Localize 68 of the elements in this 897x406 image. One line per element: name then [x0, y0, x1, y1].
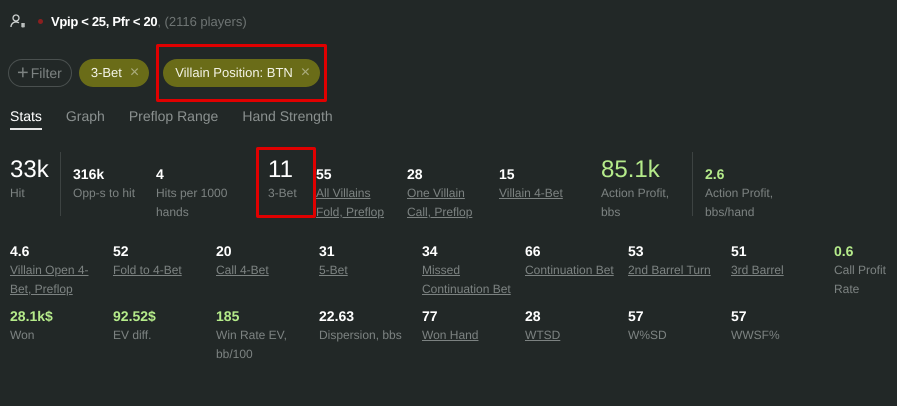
stat-link[interactable]: Villain 4-Bet: [499, 184, 589, 203]
stat-label: EV diff.: [113, 327, 152, 344]
stat-value: 31: [319, 242, 336, 261]
remove-button[interactable]: ×: [130, 64, 140, 80]
stat-label: Win Rate EV, bb/100: [216, 327, 288, 363]
stat-label: Won: [10, 327, 36, 344]
stat-value: 4.6: [10, 242, 30, 261]
remove-button[interactable]: ×: [300, 64, 310, 80]
stat-value: 57: [731, 307, 748, 326]
stat-link[interactable]: 5-Bet: [319, 261, 408, 280]
stat-value: 34: [422, 242, 439, 261]
stat-value: 77: [422, 307, 439, 326]
stat-label: Dispersion, bbs: [319, 327, 403, 344]
add-filter-button[interactable]: +Filter: [8, 58, 72, 86]
stat-value: 15: [499, 165, 516, 184]
tab[interactable]: Hand Strength: [242, 108, 333, 130]
stat-label: Call Profit Rate: [834, 262, 888, 298]
stat-label: WWSF%: [731, 327, 781, 344]
chip-label: 3-Bet: [90, 65, 122, 80]
stat-label: Action Profit, bbs: [601, 185, 670, 221]
user-filter-icon[interactable]: [10, 13, 26, 29]
stat-value: 28: [407, 165, 424, 184]
filter-title: Vpip < 25, Pfr < 20: [51, 14, 158, 28]
stat-link[interactable]: All Villains Fold, Preflop: [316, 184, 395, 222]
stat-link[interactable]: Villain Open 4-Bet, Preflop: [10, 261, 99, 299]
filter-chip[interactable]: 3-Bet ×: [78, 58, 150, 86]
stat-link[interactable]: Continuation Bet: [525, 261, 614, 280]
stat-value: 52: [113, 242, 130, 261]
stat-label: Action Profit, bbs/hand: [705, 185, 774, 221]
plus-icon: +: [17, 62, 29, 82]
status-dot: [38, 18, 43, 24]
stat-value: 0.6: [834, 242, 854, 261]
stat-link[interactable]: 2nd Barrel Turn: [628, 261, 717, 280]
stat-label: 3-Bet: [268, 185, 298, 202]
chip-label: Villain Position: BTN: [175, 65, 293, 80]
stat-value: 22.63: [319, 307, 356, 326]
tab[interactable]: Preflop Range: [128, 108, 218, 130]
stat-link[interactable]: Won Hand: [422, 326, 511, 345]
tab[interactable]: Graph: [66, 108, 105, 130]
stat-value: 185: [216, 307, 240, 326]
stat-value: 55: [316, 165, 333, 184]
stat-link[interactable]: 3rd Barrel: [731, 261, 820, 280]
stat-label: Hits per 1000 hands: [156, 185, 228, 221]
stat-value: 51: [731, 242, 748, 261]
stat-value: 57: [628, 307, 645, 326]
stat-value: 28.1k$: [10, 307, 54, 326]
stat-value: 20: [216, 242, 233, 261]
stat-value: 2.6: [705, 165, 726, 184]
stat-value: 33k: [10, 156, 50, 184]
stat-value: 92.52$: [113, 307, 157, 326]
stat-value: 53: [628, 242, 645, 261]
stat-link[interactable]: Missed Continuation Bet: [422, 261, 511, 299]
stat-link[interactable]: Call 4-Bet: [216, 261, 305, 280]
stat-value: 4: [156, 165, 165, 184]
stat-value: 85.1k: [601, 156, 661, 184]
stat-value: 66: [525, 242, 542, 261]
player-count: , (2116 players): [157, 14, 247, 28]
stat-value: 28: [525, 307, 542, 326]
stat-value: 316k: [73, 165, 106, 184]
stat-link[interactable]: Fold to 4-Bet: [113, 261, 202, 280]
stat-label: Opp-s to hit: [73, 185, 136, 202]
tab[interactable]: Stats: [10, 108, 42, 130]
stat-value: 11: [268, 156, 294, 184]
stat-label: W%SD: [628, 327, 668, 344]
stat-link[interactable]: One Villain Call, Preflop: [407, 184, 487, 222]
stat-link[interactable]: WTSD: [525, 326, 614, 345]
stat-label: Hit: [10, 185, 26, 202]
filter-chip[interactable]: Villain Position: BTN ×: [163, 58, 320, 86]
